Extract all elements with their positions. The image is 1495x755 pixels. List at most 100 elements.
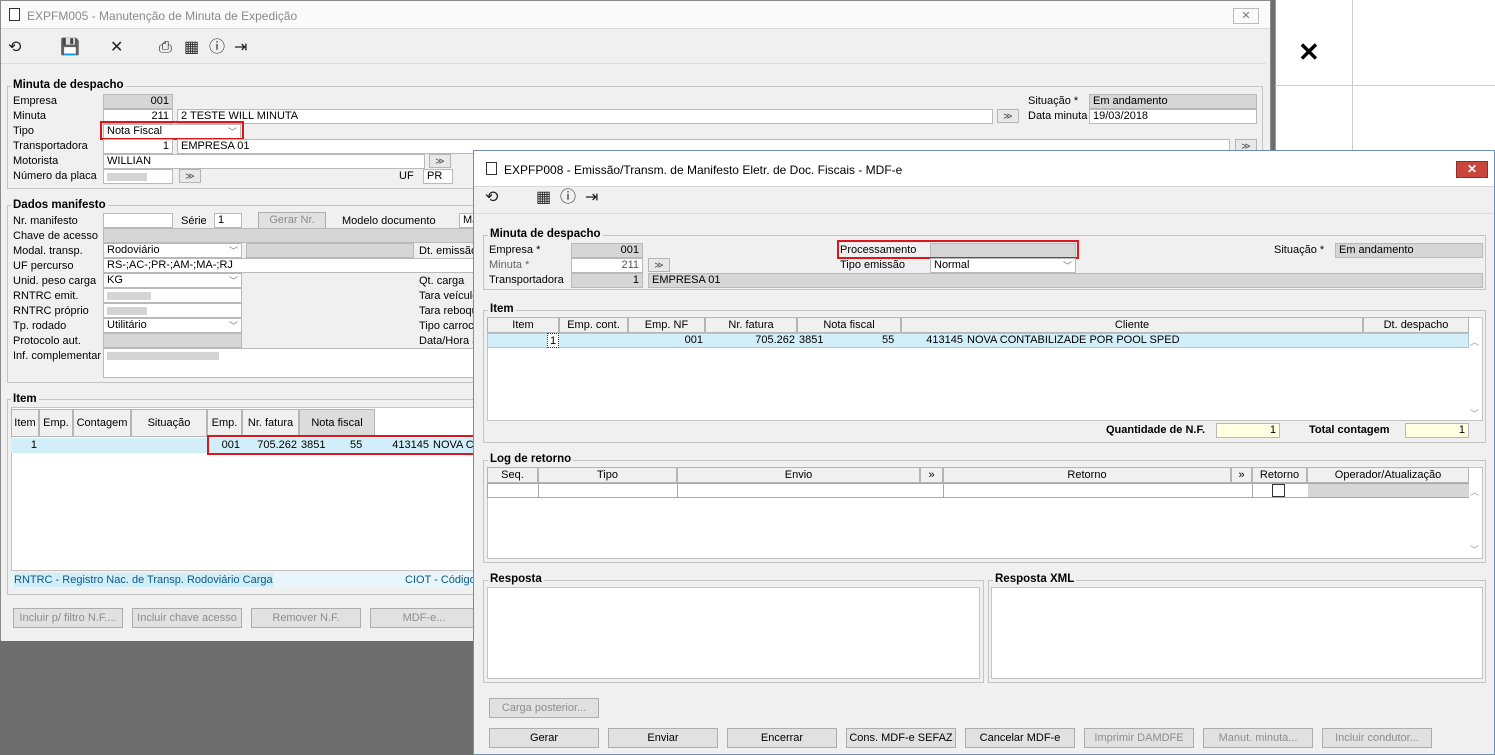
tp-rodado-select[interactable]: Utilitário ﹀	[103, 318, 242, 333]
help-icon[interactable]: ⓘ	[560, 189, 576, 207]
rntrc-emit-field[interactable]	[103, 288, 242, 303]
front-row-item[interactable]: 1	[547, 333, 559, 348]
cancelar-mdfe-button[interactable]: Cancelar MDF-e	[965, 728, 1075, 748]
log-col-envio[interactable]: Envio	[677, 467, 920, 483]
log-envio-expand[interactable]: »	[920, 467, 943, 483]
resposta-textarea[interactable]	[487, 587, 980, 679]
back-col-emp2[interactable]: Emp.	[207, 409, 242, 437]
log-retorno-expand[interactable]: »	[1231, 467, 1252, 483]
exit-icon[interactable]: ⇥	[234, 39, 247, 57]
encerrar-button[interactable]: Encerrar	[727, 728, 837, 748]
tipo-emissao-select[interactable]: Normal ﹀	[930, 258, 1076, 273]
nr-manifesto-field[interactable]	[103, 213, 173, 228]
carga-posterior-button[interactable]: Carga posterior...	[489, 698, 599, 718]
print-icon[interactable]: ⎙	[159, 39, 172, 57]
back-col-nota-fiscal[interactable]: Nota fiscal	[299, 409, 375, 437]
refresh-icon[interactable]: ⟲	[8, 39, 21, 57]
tipo-carroceria-label: Tipo carroc	[419, 320, 474, 332]
front-col-nota-fiscal[interactable]: Nota fiscal	[797, 317, 901, 333]
front-minuta-field[interactable]: 211	[571, 258, 643, 273]
front-minuta-search-button[interactable]: ≫	[648, 258, 670, 272]
serie-label: Série	[181, 215, 207, 227]
scroll-up-icon[interactable]: ︿	[1470, 335, 1479, 348]
log-col-retorno-flag[interactable]: Retorno	[1252, 467, 1307, 483]
retorno-checkbox[interactable]	[1272, 484, 1285, 497]
empresa-field[interactable]: 001	[103, 94, 173, 109]
imprimir-damdfe-button[interactable]: Imprimir DAMDFE	[1084, 728, 1194, 748]
front-close-button[interactable]: ✕	[1456, 161, 1488, 178]
back-col-item[interactable]: Item	[11, 409, 39, 437]
incluir-filtro-button[interactable]: Incluir p/ filtro N.F....	[13, 608, 123, 628]
help-icon[interactable]: ⓘ	[209, 39, 225, 57]
modal-select[interactable]: Rodoviário ﹀	[103, 243, 242, 258]
rntrc-proprio-field[interactable]	[103, 303, 242, 318]
placa-label: Número da placa	[13, 170, 97, 182]
incluir-condutor-button[interactable]: Incluir condutor...	[1322, 728, 1432, 748]
front-col-emp-nf[interactable]: Emp. NF	[628, 317, 705, 333]
motorista-search-button[interactable]: ≫	[429, 154, 451, 168]
minuta-search-button[interactable]: ≫	[997, 109, 1019, 123]
minuta-desc-field[interactable]: 2 TESTE WILL MINUTA	[177, 109, 993, 124]
save-icon[interactable]: 💾	[60, 39, 80, 57]
front-transp-code-field: 1	[571, 273, 643, 288]
data-minuta-field[interactable]: 19/03/2018	[1089, 109, 1257, 124]
close-icon[interactable]: ✕	[110, 39, 123, 57]
placa-search-button[interactable]: ≫	[179, 169, 201, 183]
tipo-highlight	[100, 121, 244, 140]
refresh-icon[interactable]: ⟲	[485, 189, 498, 207]
back-col-nr-fatura[interactable]: Nr. fatura	[242, 409, 299, 437]
log-row-sep3	[943, 483, 944, 498]
scroll-up-icon[interactable]: ︿	[1470, 485, 1479, 498]
front-col-emp-cont[interactable]: Emp. cont.	[559, 317, 628, 333]
motorista-field[interactable]: WILLIAN	[103, 154, 425, 169]
cons-mdfe-sefaz-button[interactable]: Cons. MDF-e SEFAZ	[846, 728, 956, 748]
log-col-operador[interactable]: Operador/Atualização	[1307, 467, 1469, 483]
front-situacao-field: Em andamento	[1335, 243, 1483, 258]
back-col-emp[interactable]: Emp.	[39, 409, 73, 437]
data-minuta-label: Data minuta	[1028, 110, 1088, 122]
qtd-nf-label: Quantidade de N.F.	[1106, 424, 1206, 436]
close-x-icon[interactable]: ✕	[1298, 38, 1320, 66]
back-close-button[interactable]: ✕	[1233, 8, 1259, 24]
situacao-field: Em andamento	[1089, 94, 1257, 109]
uf-field[interactable]: PR	[423, 169, 453, 184]
placa-field[interactable]	[103, 169, 173, 184]
transportadora-code-field[interactable]: 1	[103, 139, 173, 154]
front-col-cliente[interactable]: Cliente	[901, 317, 1363, 333]
front-row-cliente: NOVA CONTABILIZADE POR POOL SPED	[967, 334, 1180, 346]
uf-percurso-field[interactable]: RS-;AC-;PR-;AM-;MA-;RJ	[103, 258, 475, 273]
mdfe-button[interactable]: MDF-e...	[370, 608, 478, 628]
protocolo-field	[103, 333, 242, 348]
scroll-down-icon[interactable]: ﹀	[1470, 407, 1479, 420]
chevron-down-icon: ﹀	[228, 246, 238, 256]
resposta-title: Resposta	[488, 573, 544, 586]
inf-complementar-field[interactable]	[103, 348, 475, 378]
front-col-item[interactable]: Item	[487, 317, 559, 333]
manut-minuta-button[interactable]: Manut. minuta...	[1203, 728, 1313, 748]
remover-nf-button[interactable]: Remover N.F.	[251, 608, 361, 628]
calendar-icon[interactable]: ▦	[184, 39, 199, 57]
exit-icon[interactable]: ⇥	[585, 189, 598, 207]
uf-label: UF	[399, 170, 414, 182]
chevron-down-icon: ﹀	[1062, 261, 1072, 271]
front-col-dt-despacho[interactable]: Dt. despacho	[1363, 317, 1469, 333]
incluir-chave-button[interactable]: Incluir chave acesso	[132, 608, 242, 628]
log-col-retorno[interactable]: Retorno	[943, 467, 1231, 483]
front-col-nr-fatura[interactable]: Nr. fatura	[705, 317, 797, 333]
log-col-seq[interactable]: Seq.	[487, 467, 538, 483]
log-row-sep2	[677, 483, 678, 498]
gerar-nr-button[interactable]: Gerar Nr.	[258, 212, 326, 229]
scroll-down-icon[interactable]: ﹀	[1470, 543, 1479, 556]
unid-peso-select[interactable]: KG ﹀	[103, 273, 242, 288]
enviar-button[interactable]: Enviar	[608, 728, 718, 748]
serie-field[interactable]: 1	[214, 213, 242, 228]
nr-manifesto-label: Nr. manifesto	[13, 215, 78, 227]
gerar-button[interactable]: Gerar	[489, 728, 599, 748]
back-col-situacao[interactable]: Situação	[131, 409, 207, 437]
log-col-tipo[interactable]: Tipo	[538, 467, 677, 483]
resposta-xml-textarea[interactable]	[991, 587, 1483, 679]
calendar-icon[interactable]: ▦	[536, 189, 551, 207]
back-col-contagem[interactable]: Contagem	[73, 409, 131, 437]
blurred-value	[107, 173, 147, 181]
chave-field	[103, 228, 475, 243]
